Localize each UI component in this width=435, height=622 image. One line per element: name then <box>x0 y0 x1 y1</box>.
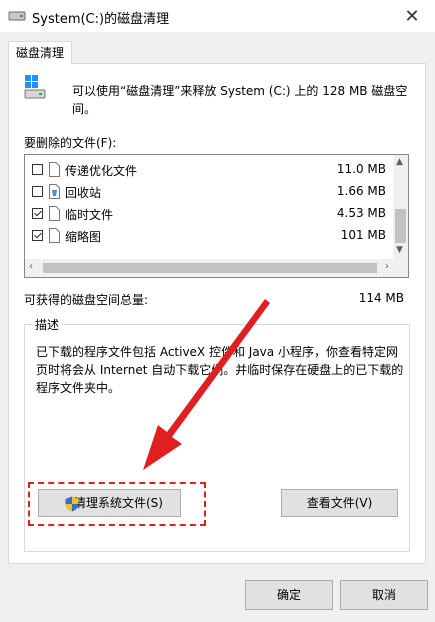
annotation-highlight-box <box>28 482 206 526</box>
file-icon <box>49 162 60 177</box>
file-name: 传递优化文件 <box>65 164 138 178</box>
file-icon <box>49 206 60 221</box>
file-size: 11.0 MB <box>336 162 386 176</box>
disk-drive-icon <box>24 75 46 99</box>
list-item[interactable]: 缩略图 101 MB <box>25 225 393 247</box>
scroll-right-icon[interactable]: › <box>385 261 389 272</box>
checkbox[interactable] <box>32 208 43 219</box>
total-space-value: 114 MB <box>358 291 404 305</box>
description-legend: 描述 <box>32 316 63 333</box>
file-size: 4.53 MB <box>336 206 386 220</box>
file-name: 回收站 <box>65 186 102 200</box>
horizontal-scrollbar[interactable]: ‹ › <box>25 259 393 277</box>
file-size: 1.66 MB <box>336 184 386 198</box>
cancel-button[interactable]: 取消 <box>340 580 428 610</box>
tab-disk-cleanup[interactable]: 磁盘清理 <box>8 41 72 64</box>
file-size: 101 MB <box>340 228 386 242</box>
header-description: 可以使用“磁盘清理”来释放 System (C:) 上的 128 MB 磁盘空间… <box>72 84 408 116</box>
checkbox[interactable] <box>32 186 43 197</box>
file-list[interactable]: 传递优化文件 11.0 MB 回收站 1.66 MB 临时文件 4.53 MB … <box>24 154 409 278</box>
vertical-scrollbar[interactable]: ▲ ▼ <box>393 155 408 259</box>
drive-icon <box>8 11 26 21</box>
scroll-down-icon[interactable]: ▼ <box>396 245 403 255</box>
scroll-corner <box>393 259 408 277</box>
checkbox[interactable] <box>32 230 43 241</box>
list-item[interactable]: 回收站 1.66 MB <box>25 181 393 203</box>
list-item[interactable]: 传递优化文件 11.0 MB <box>25 159 393 181</box>
list-item[interactable]: 临时文件 4.53 MB <box>25 203 393 225</box>
checkbox[interactable] <box>32 164 43 175</box>
recycle-bin-icon <box>49 184 60 199</box>
file-icon <box>49 228 60 243</box>
description-text: 已下载的程序文件包括 ActiveX 控件和 Java 小程序，你查看特定网页时… <box>36 345 404 395</box>
scroll-thumb[interactable] <box>43 263 377 273</box>
scroll-up-icon[interactable]: ▲ <box>396 157 403 167</box>
scroll-left-icon[interactable]: ‹ <box>29 261 33 272</box>
close-icon: ✕ <box>404 5 420 27</box>
window-title: System(C:)的磁盘清理 <box>32 12 170 27</box>
total-space-label: 可获得的磁盘空间总量: <box>24 293 149 307</box>
file-name: 缩略图 <box>65 230 102 244</box>
close-button[interactable]: ✕ <box>389 0 435 32</box>
scroll-thumb[interactable] <box>395 209 406 243</box>
file-name: 临时文件 <box>65 208 114 222</box>
ok-button[interactable]: 确定 <box>245 580 333 610</box>
view-files-button[interactable]: 查看文件(V) <box>281 489 398 517</box>
files-to-delete-label: 要删除的文件(F): <box>24 136 117 150</box>
